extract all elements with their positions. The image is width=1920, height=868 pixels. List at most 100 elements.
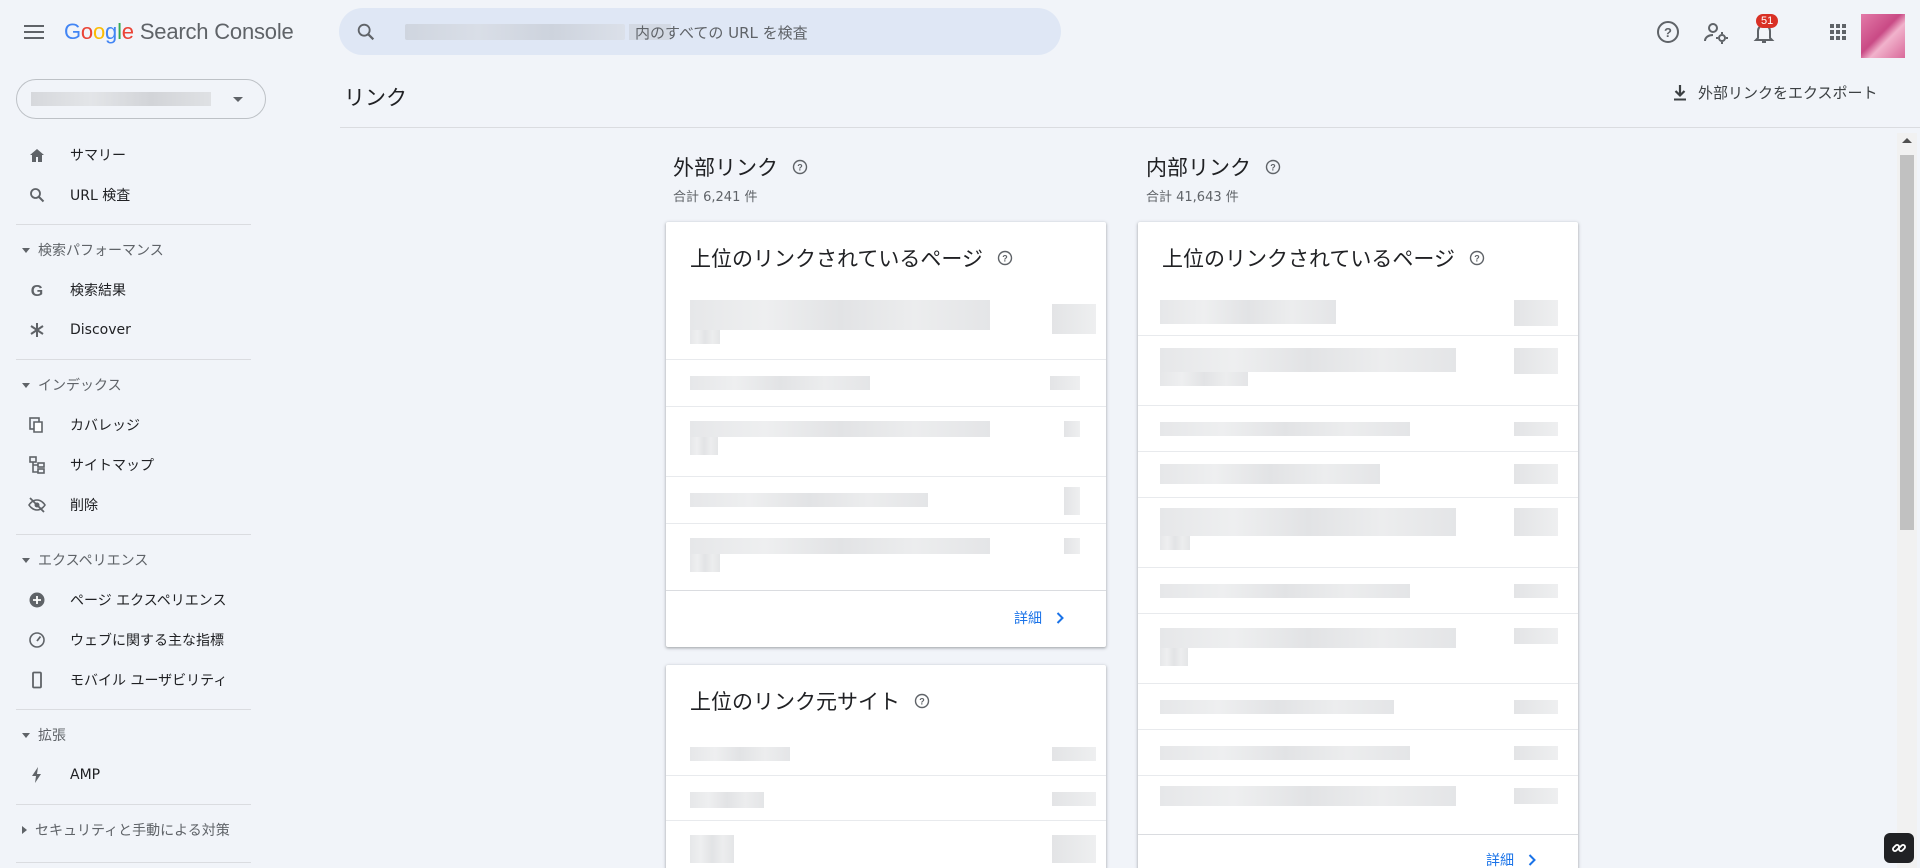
redacted-site — [690, 792, 764, 808]
sidebar-item-core-web-vitals[interactable]: ウェブに関する主な指標 — [16, 622, 256, 658]
sidebar-divider — [16, 224, 251, 225]
sidebar-item-label: モバイル ユーザビリティ — [70, 673, 228, 689]
section-experience[interactable]: エクスペリエンス — [16, 548, 148, 572]
product-name: Search Console — [139, 19, 294, 44]
scrollbar-thumb[interactable] — [1900, 155, 1914, 530]
table-row[interactable] — [1138, 288, 1578, 336]
dropdown-caret-icon — [233, 97, 243, 102]
download-icon — [1674, 84, 1686, 100]
redacted-count — [1514, 348, 1558, 374]
redacted-count — [1514, 464, 1558, 484]
sidebar-item-mobile-usability[interactable]: モバイル ユーザビリティ — [16, 662, 256, 698]
page-title: リンク — [344, 86, 407, 110]
table-row[interactable] — [1138, 568, 1578, 614]
redacted-count — [1514, 508, 1558, 536]
link-chain-icon[interactable] — [1884, 833, 1914, 863]
redacted-url — [1160, 536, 1190, 550]
redacted-url — [690, 300, 990, 330]
table-row[interactable] — [666, 407, 1106, 477]
sidebar-divider — [16, 709, 251, 710]
help-icon[interactable]: ? — [1469, 250, 1485, 266]
scroll-up-arrow-icon[interactable] — [1902, 138, 1912, 143]
redacted-count — [1052, 835, 1096, 863]
table-row[interactable] — [1138, 406, 1578, 452]
sidebar-item-label: ページ エクスペリエンス — [70, 593, 227, 609]
table-row[interactable] — [666, 776, 1106, 821]
redacted-count — [1514, 300, 1558, 326]
section-security[interactable]: セキュリティと手動による対策 — [16, 818, 230, 842]
export-external-links-button[interactable]: 外部リンクをエクスポート — [1672, 82, 1878, 103]
section-search-performance[interactable]: 検索パフォーマンス — [16, 238, 164, 262]
export-label: 外部リンクをエクスポート — [1698, 84, 1878, 102]
card-heading: 上位のリンクされているページ — [1162, 247, 1455, 271]
help-icon[interactable]: ? — [792, 159, 808, 175]
sidebar-item-summary[interactable]: サマリー — [16, 137, 256, 173]
help-icon[interactable]: ? — [1265, 159, 1281, 175]
details-link[interactable]: 詳細 — [1486, 850, 1536, 868]
table-row[interactable] — [666, 360, 1106, 407]
help-icon[interactable]: ? — [997, 250, 1013, 266]
collapse-arrow-icon — [22, 382, 30, 388]
table-row[interactable] — [1138, 498, 1578, 568]
redacted-count — [1052, 792, 1096, 806]
section-enhancements[interactable]: 拡張 — [16, 723, 66, 747]
table-row[interactable] — [666, 731, 1106, 776]
collapse-arrow-icon — [22, 247, 30, 253]
section-label: インデックス — [38, 378, 122, 394]
redacted-count — [1514, 584, 1558, 598]
sitemap-icon — [26, 454, 48, 476]
sidebar-item-page-experience[interactable]: ページ エクスペリエンス — [16, 582, 256, 618]
redacted-url — [1160, 786, 1456, 806]
sidebar-item-amp[interactable]: AMP — [16, 757, 256, 793]
table-row[interactable] — [1138, 684, 1578, 730]
account-avatar[interactable] — [1861, 14, 1905, 58]
search-icon — [26, 184, 48, 206]
table-row[interactable] — [666, 477, 1106, 524]
add-circle-icon — [26, 589, 48, 611]
sidebar-item-search-results[interactable]: G 検索結果 — [16, 272, 256, 308]
card-title: 上位のリンクされているページ ? — [690, 243, 1013, 273]
account-settings-icon[interactable] — [1702, 18, 1730, 46]
details-label: 詳細 — [1486, 853, 1514, 868]
url-inspection-search-input[interactable]: 内のすべての URL を検査 — [339, 8, 1061, 55]
table-row[interactable] — [1138, 730, 1578, 776]
details-link[interactable]: 詳細 — [1014, 608, 1064, 628]
table-row[interactable] — [1138, 452, 1578, 498]
table-row[interactable] — [666, 524, 1106, 592]
svg-text:?: ? — [1664, 25, 1672, 40]
table-row[interactable] — [1138, 776, 1578, 836]
redacted-site — [690, 747, 790, 761]
redacted-url — [1160, 700, 1394, 714]
property-selector[interactable] — [16, 79, 266, 119]
table-row[interactable] — [666, 288, 1106, 360]
table-row[interactable] — [1138, 614, 1578, 684]
svg-text:?: ? — [1270, 163, 1276, 173]
sidebar-item-label: ウェブに関する主な指標 — [70, 633, 224, 649]
sidebar-item-sitemaps[interactable]: サイトマップ — [16, 447, 256, 483]
sidebar-item-discover[interactable]: Discover — [16, 312, 256, 348]
apps-grid-icon[interactable] — [1824, 18, 1852, 46]
table-row[interactable] — [666, 821, 1106, 866]
table-row[interactable] — [1138, 336, 1578, 406]
sidebar-item-removals[interactable]: 削除 — [16, 487, 256, 523]
search-console-logo[interactable]: Google Search Console — [64, 19, 294, 45]
sidebar-item-url-inspection[interactable]: URL 検査 — [16, 177, 256, 213]
redacted-count — [1514, 628, 1558, 644]
svg-text:?: ? — [797, 163, 803, 173]
card-footer-divider — [1138, 834, 1578, 835]
sidebar-item-coverage[interactable]: カバレッジ — [16, 407, 256, 443]
redacted-count — [1514, 700, 1558, 714]
internal-links-total: 合計 41,643 件 — [1146, 190, 1239, 205]
hamburger-menu-icon[interactable] — [20, 18, 48, 46]
help-icon[interactable]: ? — [914, 693, 930, 709]
internal-links-heading: 内部リンク — [1146, 156, 1251, 180]
smartphone-icon — [26, 669, 48, 691]
redacted-count — [1064, 538, 1080, 554]
sidebar-item-label: カバレッジ — [70, 418, 140, 434]
help-icon[interactable]: ? — [1654, 18, 1682, 46]
section-index[interactable]: インデックス — [16, 373, 122, 397]
redacted-url — [1160, 348, 1456, 372]
redacted-site — [690, 835, 734, 863]
sidebar-item-label: 削除 — [70, 498, 98, 514]
main-scrollbar[interactable] — [1897, 133, 1917, 868]
